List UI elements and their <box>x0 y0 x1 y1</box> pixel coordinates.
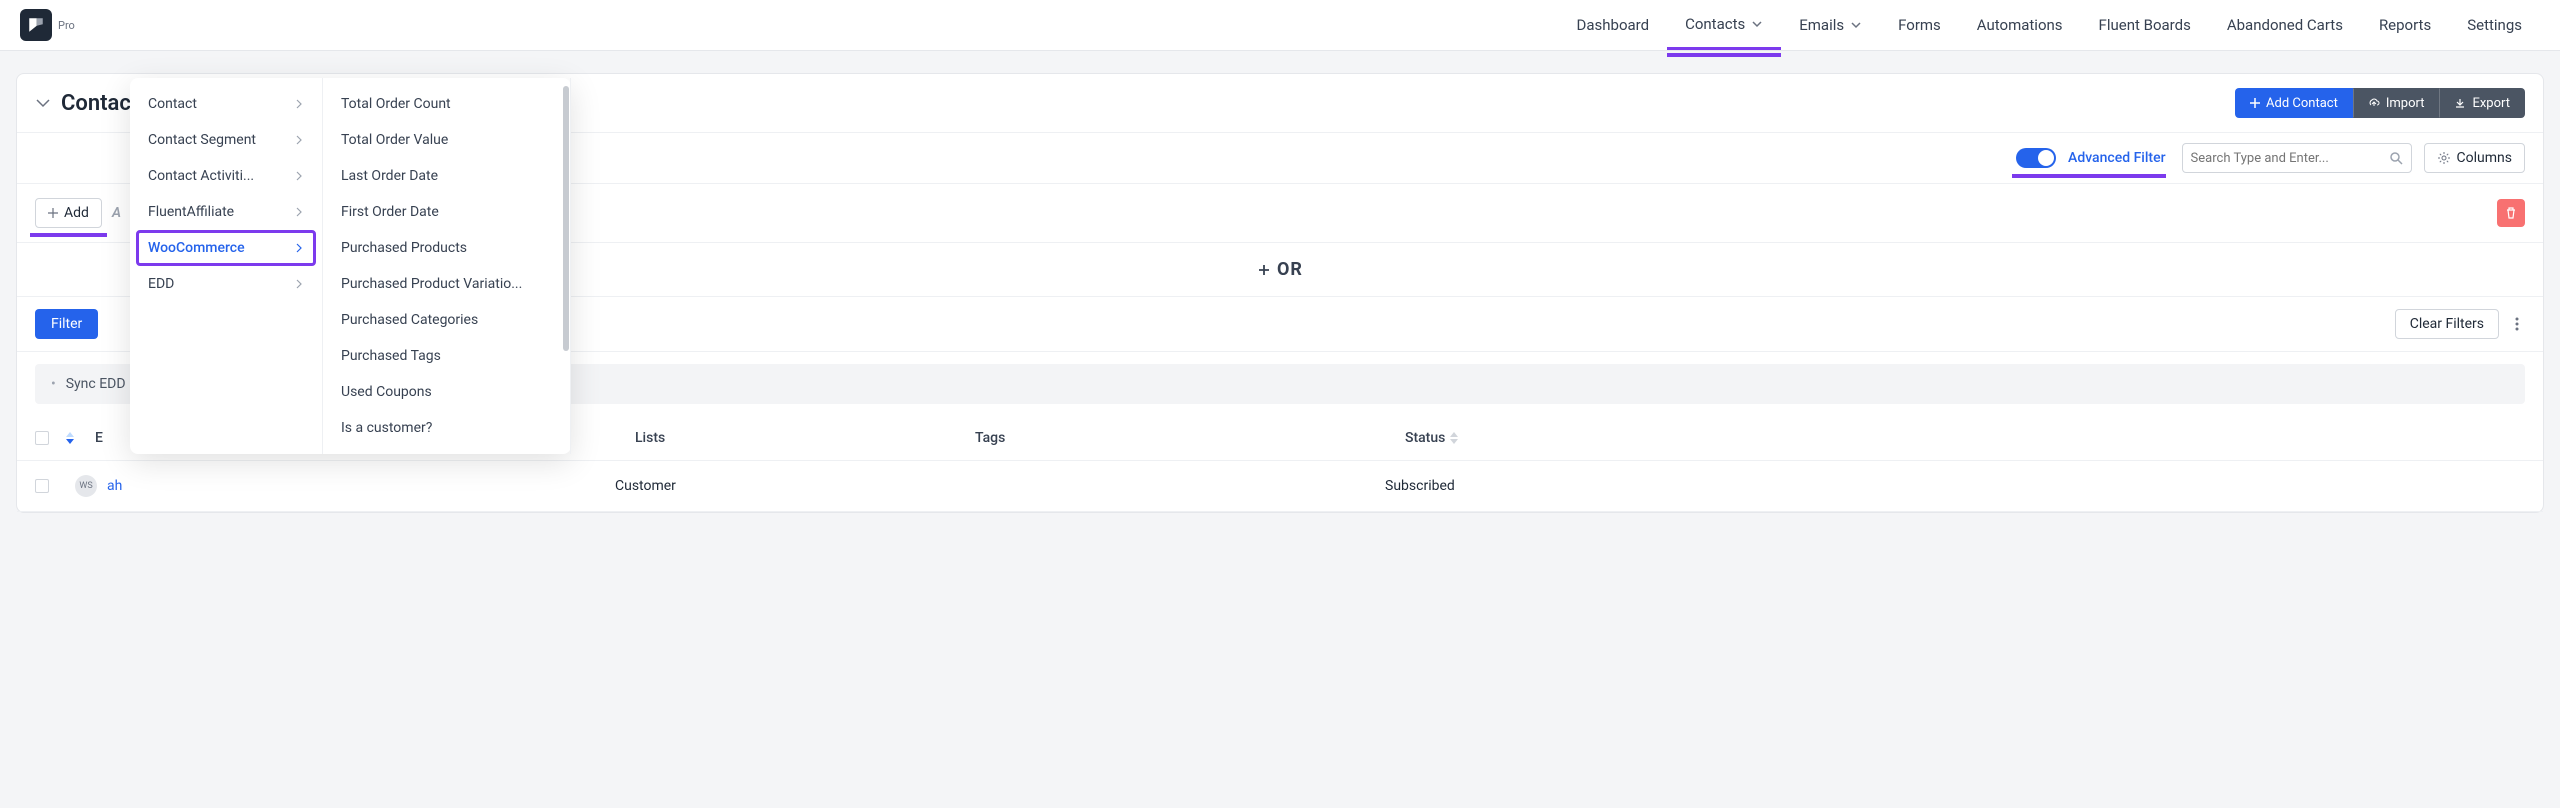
category-edd[interactable]: EDD <box>130 266 322 302</box>
chevron-down-icon <box>1850 19 1862 31</box>
header-button-group: Add Contact Import Export <box>2235 88 2525 118</box>
main-content: Contacts Add Contact Import Export <box>0 51 2560 535</box>
nav-automations[interactable]: Automations <box>1959 0 2081 50</box>
filter-category-list: Contact Contact Segment Contact Activiti… <box>130 78 323 454</box>
field-first-order-date[interactable]: First Order Date <box>323 194 570 230</box>
nav-fluent-boards[interactable]: Fluent Boards <box>2081 0 2209 50</box>
add-contact-label: Add Contact <box>2266 96 2338 111</box>
row-checkbox[interactable] <box>35 479 49 493</box>
filter-field-popover: Contact Contact Segment Contact Activiti… <box>130 78 571 454</box>
chevron-right-icon <box>294 279 304 289</box>
category-contact[interactable]: Contact <box>130 86 322 122</box>
download-icon <box>2454 97 2466 109</box>
advanced-filter-toggle[interactable] <box>2016 148 2056 168</box>
add-condition-button[interactable]: Add <box>35 198 102 228</box>
nav-settings[interactable]: Settings <box>2449 0 2540 50</box>
more-actions-icon[interactable] <box>2509 316 2525 332</box>
field-used-coupons[interactable]: Used Coupons <box>323 374 570 410</box>
condition-placeholder: A <box>112 205 121 221</box>
delete-condition-button[interactable] <box>2497 199 2525 227</box>
chevron-right-icon <box>294 99 304 109</box>
field-total-order-count[interactable]: Total Order Count <box>323 86 570 122</box>
nav-emails[interactable]: Emails <box>1781 0 1880 50</box>
add-contact-button[interactable]: Add Contact <box>2235 88 2353 118</box>
columns-button[interactable]: Columns <box>2424 143 2525 173</box>
avatar: WS <box>75 475 97 497</box>
search-input[interactable] <box>2191 151 2389 166</box>
search-icon[interactable] <box>2389 151 2403 165</box>
row-lists: Customer <box>615 478 955 494</box>
nav-reports[interactable]: Reports <box>2361 0 2449 50</box>
or-label: OR <box>1277 259 1303 280</box>
field-is-a-customer[interactable]: Is a customer? <box>323 410 570 446</box>
app-logo-icon[interactable] <box>20 9 52 41</box>
chevron-right-icon <box>294 171 304 181</box>
nav-forms[interactable]: Forms <box>1880 0 1959 50</box>
main-nav: Dashboard Contacts Emails Forms Automati… <box>1559 0 2540 50</box>
chevron-down-icon <box>1751 18 1763 30</box>
category-woocommerce[interactable]: WooCommerce <box>136 230 316 266</box>
pro-badge: Pro <box>58 19 75 32</box>
th-tags[interactable]: Tags <box>975 430 1405 446</box>
add-label: Add <box>64 205 89 221</box>
sort-icon[interactable] <box>1449 432 1459 444</box>
export-button[interactable]: Export <box>2439 88 2525 118</box>
table-row: WS ah Customer Subscribed <box>17 461 2543 512</box>
gear-icon <box>2437 151 2451 165</box>
export-label: Export <box>2472 96 2510 111</box>
advanced-filter-label[interactable]: Advanced Filter <box>2068 150 2166 166</box>
collapse-icon[interactable] <box>35 95 51 111</box>
chevron-right-icon <box>294 207 304 217</box>
import-button[interactable]: Import <box>2353 88 2440 118</box>
import-label: Import <box>2386 96 2425 111</box>
trash-icon <box>2504 206 2518 220</box>
category-contact-segment[interactable]: Contact Segment <box>130 122 322 158</box>
plus-icon <box>2250 98 2260 108</box>
cloud-upload-icon <box>2368 97 2380 109</box>
field-purchased-product-variations[interactable]: Purchased Product Variatio... <box>323 266 570 302</box>
chevron-right-icon <box>294 135 304 145</box>
submenu-scrollbar[interactable] <box>562 86 570 426</box>
clear-filters-button[interactable]: Clear Filters <box>2395 309 2499 339</box>
row-status: Subscribed <box>1385 478 2525 494</box>
field-purchased-categories[interactable]: Purchased Categories <box>323 302 570 338</box>
th-status[interactable]: Status <box>1405 430 2525 446</box>
field-purchased-tags[interactable]: Purchased Tags <box>323 338 570 374</box>
nav-dashboard[interactable]: Dashboard <box>1559 0 1668 50</box>
select-all-checkbox[interactable] <box>35 431 49 445</box>
filter-button[interactable]: Filter <box>35 309 98 339</box>
nav-abandoned-carts[interactable]: Abandoned Carts <box>2209 0 2361 50</box>
contact-email-link[interactable]: ah <box>107 478 122 494</box>
field-purchased-products[interactable]: Purchased Products <box>323 230 570 266</box>
columns-label: Columns <box>2457 150 2512 166</box>
plus-icon <box>48 208 58 218</box>
top-navigation: Pro Dashboard Contacts Emails Forms Auto… <box>0 0 2560 51</box>
category-contact-activities[interactable]: Contact Activiti... <box>130 158 322 194</box>
nav-contacts[interactable]: Contacts <box>1667 0 1781 50</box>
plus-icon <box>1257 263 1271 277</box>
chevron-right-icon <box>294 243 304 253</box>
th-lists[interactable]: Lists <box>635 430 975 446</box>
logo-wrap: Pro <box>20 9 75 41</box>
field-last-order-date[interactable]: Last Order Date <box>323 158 570 194</box>
category-fluentaffiliate[interactable]: FluentAffiliate <box>130 194 322 230</box>
sort-icon[interactable] <box>65 432 75 444</box>
filter-field-list: Total Order Count Total Order Value Last… <box>323 78 571 454</box>
search-box <box>2182 143 2412 173</box>
field-total-order-value[interactable]: Total Order Value <box>323 122 570 158</box>
sync-text-prefix: Sync EDD <box>66 376 126 392</box>
